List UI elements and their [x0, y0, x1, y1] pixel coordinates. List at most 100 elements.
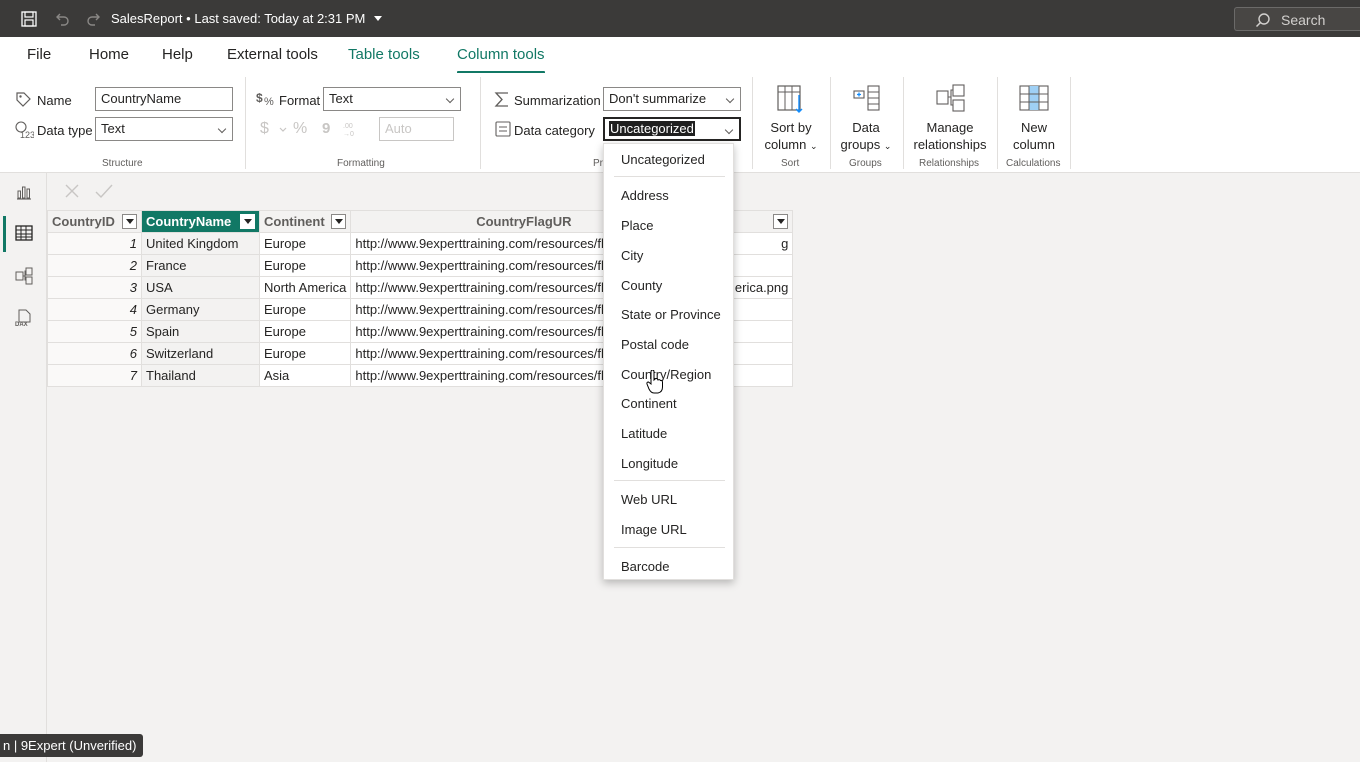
model-view-button[interactable] — [0, 257, 47, 297]
cell-continent[interactable]: Asia — [258, 364, 352, 387]
divider — [614, 547, 725, 548]
name-input[interactable]: CountryName — [95, 87, 233, 111]
dax-query-view-button[interactable]: DAX — [0, 299, 47, 339]
option-barcode[interactable]: Barcode — [621, 559, 669, 574]
column-header-countryid[interactable]: CountryID — [47, 210, 142, 233]
filter-button[interactable] — [122, 214, 137, 229]
divider — [830, 77, 831, 169]
cell-continent[interactable]: Europe — [258, 298, 352, 321]
option-address[interactable]: Address — [621, 188, 669, 203]
document-title[interactable]: SalesReport • Last saved: Today at 2:31 … — [111, 11, 383, 26]
tab-home[interactable]: Home — [89, 46, 129, 63]
manage-relationships-button[interactable]: Manage relationships — [908, 83, 992, 153]
undo-icon[interactable] — [52, 9, 72, 29]
tab-file[interactable]: File — [27, 46, 51, 63]
sort-group-label: Sort — [781, 158, 800, 169]
chevron-down-icon: ⌄ — [810, 141, 818, 151]
sort-label-1: Sort by — [770, 120, 812, 135]
cell-country-id[interactable]: 2 — [47, 254, 142, 277]
cell-country-name[interactable]: USA — [141, 276, 260, 299]
tab-help[interactable]: Help — [162, 46, 193, 63]
cell-country-name[interactable]: United Kingdom — [141, 232, 260, 255]
option-city[interactable]: City — [621, 248, 643, 263]
comma-style-button[interactable]: 9 — [322, 120, 330, 137]
sort-label-2: column — [764, 137, 807, 152]
cancel-formula-icon[interactable] — [64, 183, 80, 199]
divider — [614, 480, 725, 481]
cell-url-text: http://www.9experttraining.com/resources… — [355, 302, 604, 317]
cell-country-id[interactable]: 6 — [47, 342, 142, 365]
cell-country-name[interactable]: Switzerland — [141, 342, 260, 365]
chevron-down-icon[interactable] — [279, 127, 287, 133]
option-country-region[interactable]: Country/Region — [621, 367, 711, 382]
option-county[interactable]: County — [621, 278, 662, 293]
cell-continent[interactable]: North America — [258, 276, 352, 299]
tab-external-tools[interactable]: External tools — [227, 46, 318, 63]
tab-column-tools[interactable]: Column tools — [457, 46, 545, 74]
report-view-icon — [17, 186, 31, 200]
cell-country-name[interactable]: Spain — [141, 320, 260, 343]
option-postal-code[interactable]: Postal code — [621, 337, 689, 352]
cell-country-id[interactable]: 4 — [47, 298, 142, 321]
cell-country-id[interactable]: 3 — [47, 276, 142, 299]
document-name: SalesReport — [111, 11, 183, 26]
percent-button[interactable]: % — [293, 120, 307, 138]
tab-table-tools[interactable]: Table tools — [348, 46, 420, 63]
cell-country-name[interactable]: France — [141, 254, 260, 277]
option-place[interactable]: Place — [621, 218, 654, 233]
summarization-label: Summarization — [514, 93, 601, 108]
new-column-button[interactable]: New column — [1002, 83, 1066, 153]
decimal-places-input[interactable]: Auto — [379, 117, 454, 141]
column-header-continent[interactable]: Continent — [258, 210, 352, 233]
data-category-select[interactable]: Uncategorized — [603, 117, 741, 141]
cell-url-text: http://www.9experttraining.com/resources… — [355, 258, 604, 273]
option-latitude[interactable]: Latitude — [621, 426, 667, 441]
cell-continent[interactable]: Europe — [258, 232, 352, 255]
commit-formula-icon[interactable] — [95, 183, 113, 199]
redo-icon[interactable] — [84, 9, 104, 29]
properties-group-label: Pr — [593, 158, 603, 169]
option-longitude[interactable]: Longitude — [621, 456, 678, 471]
option-continent[interactable]: Continent — [621, 396, 677, 411]
chevron-down-icon: ⌄ — [883, 141, 892, 151]
new-column-icon — [1019, 85, 1049, 111]
cell-country-id[interactable]: 1 — [47, 232, 142, 255]
sort-by-column-button[interactable]: Sort by column ⌄ — [758, 83, 824, 155]
data-type-select[interactable]: Text — [95, 117, 233, 141]
filter-button[interactable] — [331, 214, 347, 229]
cell-continent[interactable]: Europe — [258, 342, 352, 365]
cell-country-name[interactable]: Thailand — [141, 364, 260, 387]
cell-country-name[interactable]: Germany — [141, 298, 260, 321]
search-box[interactable]: Search — [1234, 7, 1360, 31]
option-web-url[interactable]: Web URL — [621, 492, 677, 507]
name-label: Name — [37, 93, 72, 108]
data-groups-button[interactable]: Data groups ⌄ — [834, 83, 898, 155]
svg-text:DAX: DAX — [15, 322, 28, 327]
cell-url-text: http://www.9experttraining.com/resources… — [355, 324, 604, 339]
currency-button[interactable]: $ — [260, 120, 269, 138]
save-icon[interactable] — [19, 9, 39, 29]
calculations-group-label: Calculations — [1006, 158, 1061, 169]
data-category-dropdown: Uncategorized Address Place City County … — [603, 143, 734, 580]
report-view-button[interactable] — [0, 173, 47, 213]
format-select[interactable]: Text — [323, 87, 461, 111]
format-icon: $% — [256, 91, 274, 108]
format-label: Format — [279, 93, 321, 108]
option-uncategorized[interactable]: Uncategorized — [621, 152, 705, 167]
filter-button[interactable] — [240, 214, 255, 229]
option-image-url[interactable]: Image URL — [621, 522, 687, 537]
cell-country-id[interactable]: 5 — [47, 320, 142, 343]
option-state-or-province[interactable]: State or Province — [621, 307, 721, 322]
new-column-label-2: column — [1013, 137, 1055, 152]
data-view-button[interactable] — [0, 214, 47, 254]
hand-cursor-icon — [646, 370, 663, 394]
filter-button[interactable] — [773, 214, 789, 229]
chevron-down-icon[interactable] — [373, 15, 383, 23]
cell-continent[interactable]: Europe — [258, 254, 352, 277]
summarization-select[interactable]: Don't summarize — [603, 87, 741, 111]
divider — [480, 77, 481, 169]
cell-country-id[interactable]: 7 — [47, 364, 142, 387]
column-header-countryname[interactable]: CountryName — [141, 210, 260, 233]
decimal-places-icon[interactable]: .00→0 — [340, 121, 358, 137]
cell-continent[interactable]: Europe — [258, 320, 352, 343]
